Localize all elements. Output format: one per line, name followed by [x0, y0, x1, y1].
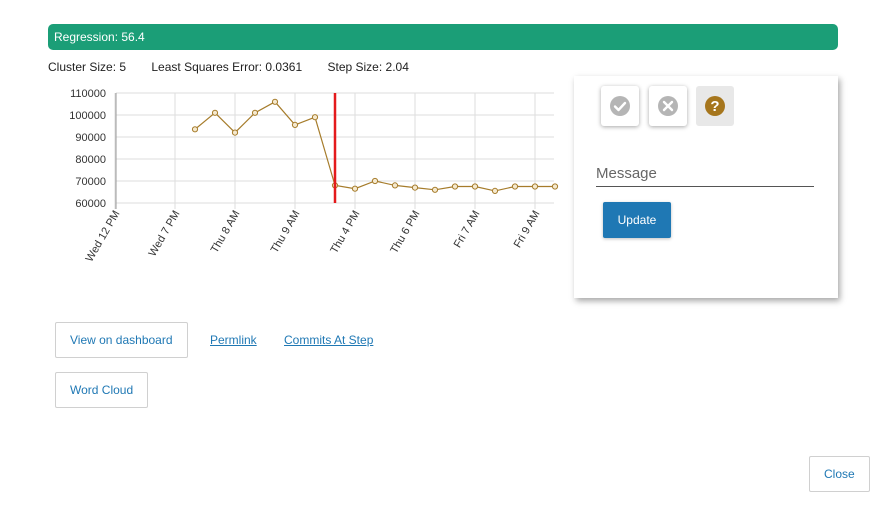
data-point[interactable] [311, 114, 319, 121]
commits-at-step-link[interactable]: Commits At Step [284, 333, 373, 347]
word-cloud-button[interactable]: Word Cloud [55, 372, 149, 408]
y-axis-ticks: 60000 70000 80000 90000 100000 110000 [69, 88, 106, 210]
y-tick-label: 70000 [75, 176, 106, 188]
x-tick-label: Fri 9 AM [512, 209, 543, 250]
permlink-link[interactable]: Permlink [210, 333, 257, 347]
step-size: Step Size: 2.04 [327, 60, 409, 74]
data-point[interactable] [451, 183, 459, 190]
cluster-size: Cluster Size: 5 [48, 60, 127, 74]
x-tick-label: Wed 7 PM [147, 209, 183, 259]
cluster-stats: Cluster Size: 5 Least Squares Error: 0.0… [48, 60, 409, 74]
close-button[interactable]: Close [809, 456, 870, 492]
x-tick-label: Thu 9 AM [269, 209, 303, 256]
data-point[interactable] [531, 183, 539, 190]
data-point[interactable] [351, 185, 359, 192]
x-tick-label: Wed 12 PM [84, 209, 123, 265]
x-tick-label: Thu 8 AM [209, 209, 243, 256]
y-tick-label: 100000 [69, 110, 106, 122]
x-tick-label: Thu 6 PM [388, 209, 422, 256]
regression-banner: Regression: 56.4 [48, 24, 838, 50]
data-point[interactable] [471, 183, 479, 190]
data-point[interactable] [271, 98, 279, 105]
data-point[interactable] [411, 184, 419, 191]
y-tick-label: 80000 [75, 154, 106, 166]
data-point[interactable] [511, 183, 519, 190]
y-tick-label: 60000 [75, 198, 106, 210]
x-tick-label: Thu 4 PM [328, 209, 362, 256]
regression-chart: 60000 70000 80000 90000 100000 110000 Wed 12 … [69, 88, 559, 265]
data-point[interactable] [211, 109, 219, 116]
question-circle-icon: ? [705, 96, 725, 116]
data-point[interactable] [191, 126, 199, 133]
x-tick-label: Fri 7 AM [452, 209, 483, 250]
trace-series [191, 98, 559, 195]
svg-text:?: ? [710, 98, 719, 115]
triage-panel: ? Update [574, 76, 838, 298]
untriaged-button[interactable]: ? [696, 86, 734, 126]
data-point[interactable] [391, 182, 399, 189]
message-field [596, 162, 814, 187]
y-tick-label: 90000 [75, 132, 106, 144]
x-circle-icon [658, 96, 678, 116]
data-point[interactable] [551, 183, 559, 190]
data-point[interactable] [231, 129, 239, 136]
data-point[interactable] [291, 121, 299, 129]
data-point[interactable] [251, 109, 259, 116]
least-squares-error: Least Squares Error: 0.0361 [151, 60, 303, 74]
check-circle-icon [610, 96, 630, 116]
data-point[interactable] [491, 187, 499, 195]
message-input[interactable] [596, 162, 814, 184]
y-tick-label: 110000 [70, 88, 106, 100]
positive-button[interactable] [601, 86, 639, 126]
update-button[interactable]: Update [603, 202, 671, 238]
negative-button[interactable] [649, 86, 687, 126]
data-point[interactable] [371, 177, 379, 185]
data-point[interactable] [431, 186, 439, 193]
x-axis-ticks: Wed 12 PM Wed 7 PM Thu 8 AM Thu 9 AM Thu 4 P… [84, 209, 543, 265]
view-on-dashboard-button[interactable]: View on dashboard [55, 322, 188, 358]
